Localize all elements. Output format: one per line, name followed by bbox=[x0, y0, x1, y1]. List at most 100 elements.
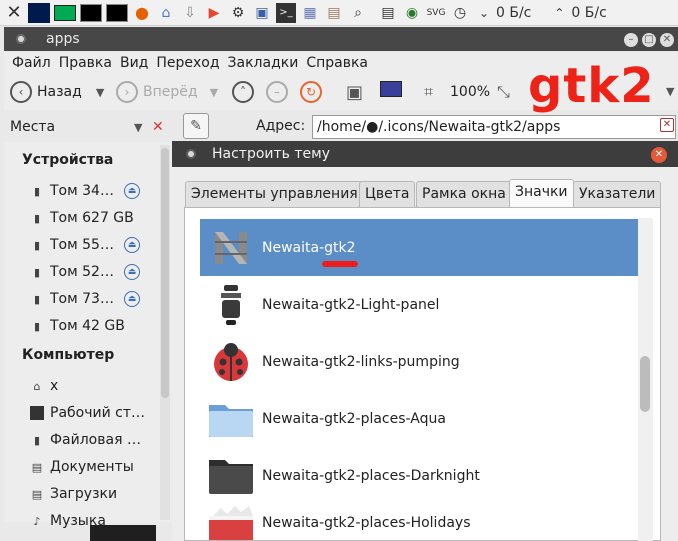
archive-icon[interactable]: ▤ bbox=[324, 3, 344, 23]
sidebar-item-label: Том 42 GB bbox=[50, 318, 125, 334]
toolbar-more-icon[interactable]: ▼ bbox=[666, 85, 674, 98]
minimize-button[interactable]: – bbox=[624, 33, 638, 47]
close-sidebar-icon[interactable]: ✕ bbox=[152, 119, 164, 135]
video-player-icon[interactable]: ▶ bbox=[204, 3, 224, 23]
tab-pointers[interactable]: Указатели bbox=[573, 181, 662, 207]
menu-bookmarks[interactable]: Закладки bbox=[228, 55, 299, 71]
forward-dropdown-icon[interactable]: ▼ bbox=[210, 86, 218, 99]
terminal-icon[interactable]: >_ bbox=[276, 2, 296, 23]
tab-colors[interactable]: Цвета bbox=[359, 181, 416, 207]
sidebar-item-label: Рабочий ст… bbox=[50, 405, 145, 421]
eye-icon[interactable]: ◉ bbox=[402, 3, 422, 23]
svg-editor-icon[interactable]: SVG bbox=[426, 3, 446, 23]
tab-window-border[interactable]: Рамка окна bbox=[416, 181, 512, 207]
menu-help[interactable]: Справка bbox=[306, 55, 368, 71]
forward-button[interactable]: › Вперёд ▼ bbox=[116, 81, 218, 103]
desktop-icon bbox=[30, 406, 44, 420]
documents-folder-icon: ▤ bbox=[31, 460, 43, 474]
close-window-button[interactable]: ✕ bbox=[660, 33, 674, 47]
back-dropdown-icon[interactable]: ▼ bbox=[96, 86, 104, 99]
zoom-level: 100% bbox=[450, 84, 491, 100]
places-dropdown-icon[interactable]: ▼ bbox=[134, 121, 142, 134]
sidebar-item-label: Загрузки bbox=[50, 486, 118, 502]
newaita-theme-icon bbox=[206, 226, 256, 270]
sidebar-item-volume[interactable]: ▮ Том 627 GB bbox=[30, 207, 134, 229]
sidebar-item-volume[interactable]: ▮ Том 55… bbox=[30, 234, 114, 256]
system-panel: ✕ ● ⌂ ⇩ ▶ ⚙ ▣ >_ ▦ ▤ ⌕ ▤ ◉ SVG ◷ ⌄ 0 Б/с… bbox=[0, 0, 678, 26]
theme-row[interactable]: Newaita-gtk2-places-Aqua bbox=[200, 390, 638, 447]
sidebar-item-volume[interactable]: ▮ Том 73… bbox=[30, 288, 114, 310]
eject-icon[interactable]: ⏏ bbox=[124, 183, 140, 199]
menu-go[interactable]: Переход bbox=[156, 55, 219, 71]
taskbar-strip bbox=[90, 525, 156, 541]
clear-address-icon[interactable]: ✕ bbox=[660, 118, 674, 132]
memory-graph-icon bbox=[54, 4, 76, 21]
document-icon[interactable]: ▤ bbox=[378, 3, 398, 23]
theme-name: Newaita-gtk2-places-Darknight bbox=[262, 467, 480, 484]
address-input[interactable]: /home/●/.icons/Newaita-gtk2/apps bbox=[312, 115, 676, 139]
tab-controls[interactable]: Элементы управления bbox=[185, 181, 364, 207]
dialog-menu-icon[interactable] bbox=[186, 149, 196, 159]
maximize-button[interactable]: □ bbox=[642, 33, 656, 47]
gtk2-annotation: gtk2 bbox=[528, 58, 655, 114]
sidebar-item-volume[interactable]: ▮ Том 34… bbox=[30, 180, 114, 202]
close-x-icon[interactable]: ✕ bbox=[4, 2, 24, 23]
stop-icon: – bbox=[266, 81, 288, 103]
reload-button[interactable]: ↻ bbox=[300, 81, 322, 103]
holidays-folder-icon bbox=[206, 504, 256, 541]
theme-row-selected[interactable]: Newaita-gtk2 bbox=[200, 219, 638, 276]
drive-icon: ▮ bbox=[33, 238, 41, 252]
home-button[interactable]: ▣ bbox=[346, 82, 363, 103]
menu-file[interactable]: Файл bbox=[12, 55, 51, 71]
theme-row[interactable]: Newaita-gtk2-links-pumping bbox=[200, 333, 638, 390]
stop-button[interactable]: – bbox=[266, 81, 288, 103]
sidebar-scroll-thumb[interactable] bbox=[161, 148, 169, 398]
zoom-fit-button[interactable]: ⌗ bbox=[424, 82, 433, 102]
computer-button[interactable] bbox=[380, 81, 402, 97]
files-icon[interactable]: ▦ bbox=[300, 3, 320, 23]
sidebar-item-home[interactable]: ⌂ x bbox=[30, 375, 59, 397]
sidebar-item-volume[interactable]: ▮ Том 42 GB bbox=[30, 315, 125, 337]
computer-header: Компьютер bbox=[22, 347, 115, 363]
sidebar-item-downloads[interactable]: ▤ Загрузки bbox=[30, 483, 117, 505]
theme-name: Newaita-gtk2 bbox=[262, 239, 356, 256]
theme-row[interactable]: Newaita-gtk2-Light-panel bbox=[200, 276, 638, 333]
light-panel-icon bbox=[206, 283, 256, 327]
up-button[interactable]: ˄ bbox=[232, 81, 254, 103]
firefox-icon[interactable]: ● bbox=[132, 3, 152, 23]
download-icon[interactable]: ⇩ bbox=[180, 3, 200, 23]
sidebar-item-filesystem[interactable]: ▮ Файловая … bbox=[30, 429, 141, 451]
sidebar-item-documents[interactable]: ▤ Документы bbox=[30, 456, 134, 478]
menu-edit[interactable]: Правка bbox=[59, 55, 112, 71]
forward-arrow-icon: › bbox=[116, 81, 138, 103]
search-icon[interactable]: ⌕ bbox=[348, 3, 368, 23]
up-arrow-icon: ˄ bbox=[232, 81, 254, 103]
zoom-out-button[interactable]: ⤡ bbox=[497, 82, 510, 102]
theme-list-scroll-thumb[interactable] bbox=[640, 356, 650, 412]
sidebar-item-desktop[interactable]: Рабочий ст… bbox=[30, 402, 145, 424]
downloads-folder-icon: ▤ bbox=[31, 487, 43, 501]
menu-view[interactable]: Вид bbox=[120, 55, 148, 71]
eject-icon[interactable]: ⏏ bbox=[124, 291, 140, 307]
window-menu-icon[interactable] bbox=[16, 34, 26, 44]
eject-icon[interactable]: ⏏ bbox=[124, 237, 140, 253]
home-nav-icon: ▣ bbox=[346, 82, 364, 103]
theme-row[interactable]: Newaita-gtk2-places-Holidays bbox=[200, 504, 638, 541]
edit-path-button[interactable]: ✎ bbox=[183, 113, 209, 139]
screenshot-icon[interactable]: ▣ bbox=[252, 3, 272, 23]
settings-icon[interactable]: ⚙ bbox=[228, 3, 248, 23]
eject-icon[interactable]: ⏏ bbox=[124, 264, 140, 280]
sidebar-item-label: Том 627 GB bbox=[50, 210, 134, 226]
places-header: Места ▼ ✕ bbox=[4, 113, 176, 141]
sidebar-item-label: Том 73… bbox=[50, 291, 114, 307]
sidebar-item-label: Файловая … bbox=[50, 432, 141, 448]
back-button[interactable]: ‹ Назад ▼ bbox=[10, 81, 104, 103]
drive-icon: ▮ bbox=[33, 433, 41, 447]
tab-icons[interactable]: Значки bbox=[509, 179, 574, 207]
red-underline-mark bbox=[322, 261, 358, 267]
clock-icon: ◷ bbox=[453, 4, 467, 21]
theme-row[interactable]: Newaita-gtk2-places-Darknight bbox=[200, 447, 638, 504]
home-icon[interactable]: ⌂ bbox=[156, 3, 176, 23]
sidebar-item-volume[interactable]: ▮ Том 52… bbox=[30, 261, 114, 283]
dialog-close-button[interactable]: ✕ bbox=[651, 147, 667, 163]
